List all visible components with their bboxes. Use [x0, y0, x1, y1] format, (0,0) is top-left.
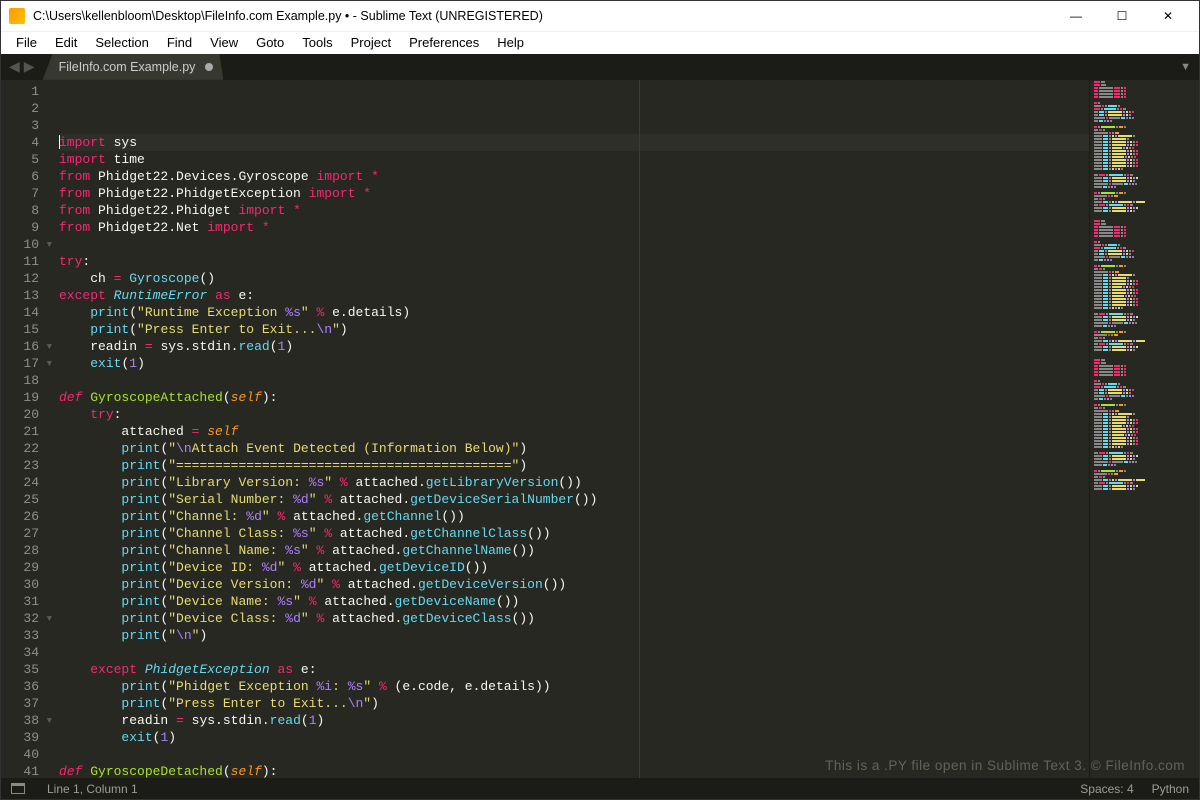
editor: 1234567891011121314151617181920212223242…: [1, 80, 1199, 778]
panel-switcher-icon[interactable]: [11, 783, 25, 794]
menu-file[interactable]: File: [7, 32, 46, 53]
menubar: FileEditSelectionFindViewGotoToolsProjec…: [1, 31, 1199, 54]
menu-selection[interactable]: Selection: [86, 32, 157, 53]
tabbar: ◀ ▶ FileInfo.com Example.py ▼: [1, 54, 1199, 80]
app-window: C:\Users\kellenbloom\Desktop\FileInfo.co…: [0, 0, 1200, 800]
menu-tools[interactable]: Tools: [293, 32, 341, 53]
minimize-button[interactable]: —: [1053, 1, 1099, 31]
status-syntax[interactable]: Python: [1152, 782, 1189, 796]
tab-history-nav: ◀ ▶: [1, 54, 43, 80]
menu-help[interactable]: Help: [488, 32, 533, 53]
menu-edit[interactable]: Edit: [46, 32, 86, 53]
maximize-button[interactable]: ☐: [1099, 1, 1145, 31]
app-icon: [9, 8, 25, 24]
status-spaces[interactable]: Spaces: 4: [1080, 782, 1133, 796]
menu-find[interactable]: Find: [158, 32, 201, 53]
menu-project[interactable]: Project: [342, 32, 400, 53]
nav-forward-icon[interactable]: ▶: [24, 58, 35, 75]
close-button[interactable]: ✕: [1145, 1, 1191, 31]
window-title: C:\Users\kellenbloom\Desktop\FileInfo.co…: [33, 9, 1053, 23]
menu-goto[interactable]: Goto: [247, 32, 293, 53]
menu-view[interactable]: View: [201, 32, 247, 53]
minimap[interactable]: [1089, 80, 1199, 778]
window-controls: — ☐ ✕: [1053, 1, 1191, 31]
line-number-gutter[interactable]: 1234567891011121314151617181920212223242…: [1, 80, 53, 778]
file-tab[interactable]: FileInfo.com Example.py: [43, 54, 224, 80]
tab-label: FileInfo.com Example.py: [59, 60, 196, 74]
menu-preferences[interactable]: Preferences: [400, 32, 488, 53]
code-area[interactable]: import sysimport timefrom Phidget22.Devi…: [53, 80, 1089, 778]
titlebar: C:\Users\kellenbloom\Desktop\FileInfo.co…: [1, 1, 1199, 31]
dirty-indicator-icon: [205, 63, 213, 71]
tab-overflow-icon[interactable]: ▼: [1180, 54, 1191, 80]
status-position[interactable]: Line 1, Column 1: [47, 782, 138, 796]
nav-back-icon[interactable]: ◀: [9, 58, 20, 75]
ruler-guide: [639, 80, 640, 778]
statusbar: Line 1, Column 1 Spaces: 4 Python: [1, 778, 1199, 799]
